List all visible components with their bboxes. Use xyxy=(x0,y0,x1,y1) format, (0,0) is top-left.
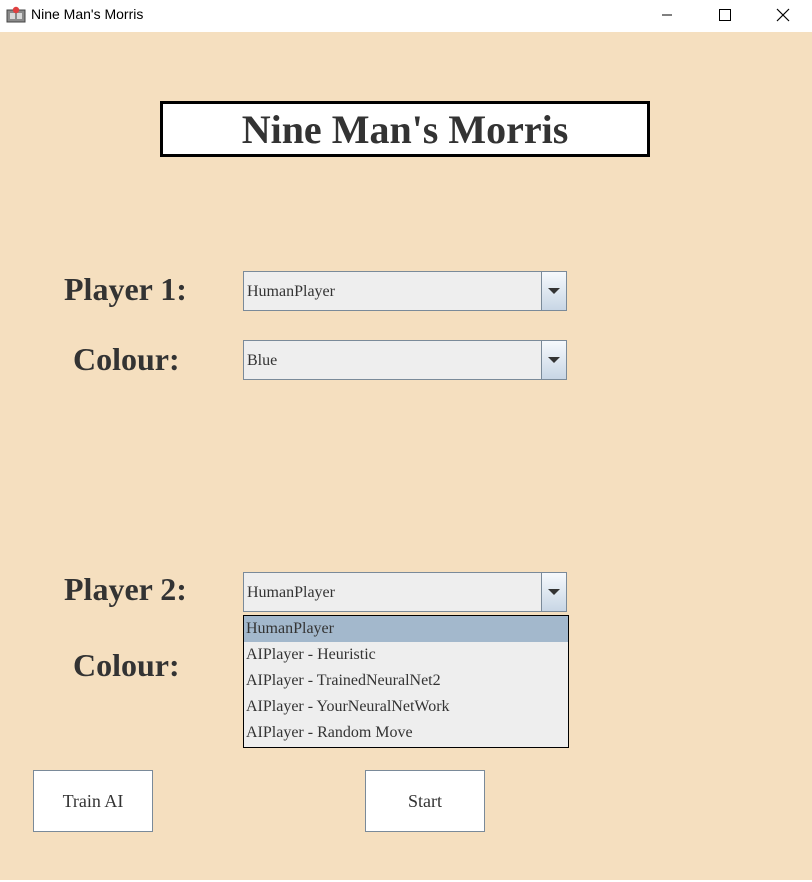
player2-type-dropdown-button[interactable] xyxy=(541,573,566,611)
dropdown-option[interactable]: AIPlayer - Heuristic xyxy=(244,642,568,668)
maximize-button[interactable] xyxy=(696,0,754,30)
game-title: Nine Man's Morris xyxy=(160,101,650,157)
app-icon xyxy=(6,6,26,23)
player1-type-dropdown-button[interactable] xyxy=(541,272,566,310)
player2-colour-label: Colour: xyxy=(73,647,180,683)
close-button[interactable] xyxy=(754,0,812,30)
minimize-icon xyxy=(662,14,672,16)
chevron-down-icon xyxy=(548,357,560,363)
chevron-down-icon xyxy=(548,288,560,294)
train-ai-button[interactable]: Train AI xyxy=(33,770,153,832)
window-title: Nine Man's Morris xyxy=(31,6,144,22)
player1-colour-select[interactable]: Blue xyxy=(243,340,567,380)
player2-type-options-list: HumanPlayer AIPlayer - Heuristic AIPlaye… xyxy=(243,615,569,748)
player1-colour-value: Blue xyxy=(247,352,278,369)
minimize-button[interactable] xyxy=(638,0,696,30)
player1-colour-dropdown-button[interactable] xyxy=(541,341,566,379)
dropdown-option[interactable]: AIPlayer - YourNeuralNetWork xyxy=(244,694,568,720)
player2-type-value: HumanPlayer xyxy=(247,584,335,601)
player2-type-select[interactable]: HumanPlayer xyxy=(243,572,567,612)
dropdown-option[interactable]: HumanPlayer xyxy=(244,616,568,642)
title-bar: Nine Man's Morris xyxy=(0,0,812,32)
chevron-down-icon xyxy=(548,589,560,595)
dropdown-option[interactable]: AIPlayer - Random Move xyxy=(244,720,568,746)
player2-label: Player 2: xyxy=(64,571,187,607)
main-panel: Nine Man's Morris Player 1: HumanPlayer … xyxy=(0,32,812,882)
player1-colour-label: Colour: xyxy=(73,341,180,377)
player1-label: Player 1: xyxy=(64,271,187,307)
player1-type-select[interactable]: HumanPlayer xyxy=(243,271,567,311)
close-icon xyxy=(776,8,790,22)
maximize-icon xyxy=(719,9,731,21)
player1-type-value: HumanPlayer xyxy=(247,283,335,300)
start-button[interactable]: Start xyxy=(365,770,485,832)
dropdown-option[interactable]: AIPlayer - TrainedNeuralNet2 xyxy=(244,668,568,694)
